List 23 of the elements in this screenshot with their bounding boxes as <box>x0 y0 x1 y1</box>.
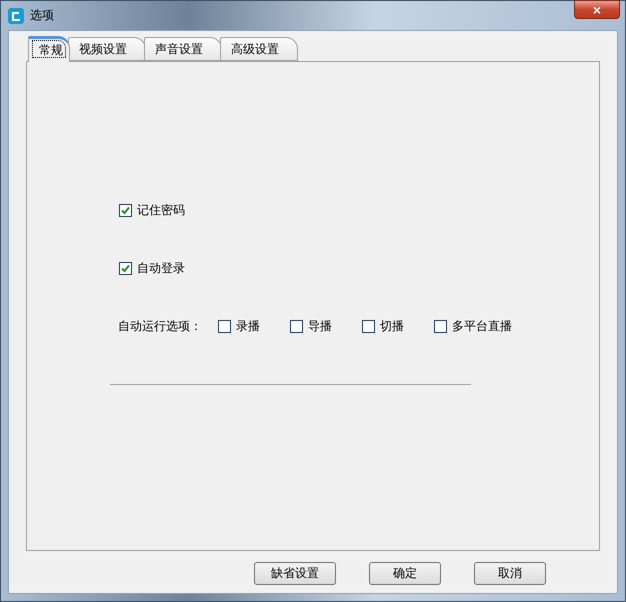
checkbox-label: 导播 <box>308 318 332 334</box>
dialog-button[interactable]: 确定 <box>369 562 441 585</box>
checkbox[interactable] <box>119 262 132 274</box>
tab[interactable]: 声音设置 <box>144 37 222 61</box>
checkbox[interactable] <box>290 320 303 332</box>
checkbox[interactable] <box>119 204 132 216</box>
app-icon <box>8 8 24 24</box>
checkbox[interactable] <box>362 320 375 332</box>
tab[interactable]: 视频设置 <box>68 37 146 61</box>
tab[interactable]: 常规 <box>28 36 70 62</box>
dialog-button[interactable]: 缺省设置 <box>254 562 336 585</box>
checkbox-label: 录播 <box>236 318 260 334</box>
dialog-button[interactable]: 取消 <box>474 562 546 585</box>
checkbox-label: 记住密码 <box>137 202 185 218</box>
checkbox-label: 自动登录 <box>137 260 185 276</box>
autorun-label: 自动运行选项： <box>118 318 202 334</box>
tab[interactable]: 高级设置 <box>220 37 298 61</box>
checkbox[interactable] <box>218 320 231 332</box>
checkbox-label: 切播 <box>380 318 404 334</box>
checkbox[interactable] <box>434 320 447 332</box>
window-title: 选项 <box>30 7 54 24</box>
close-button[interactable]: × <box>574 0 620 19</box>
checkbox-label: 多平台直播 <box>452 318 512 334</box>
